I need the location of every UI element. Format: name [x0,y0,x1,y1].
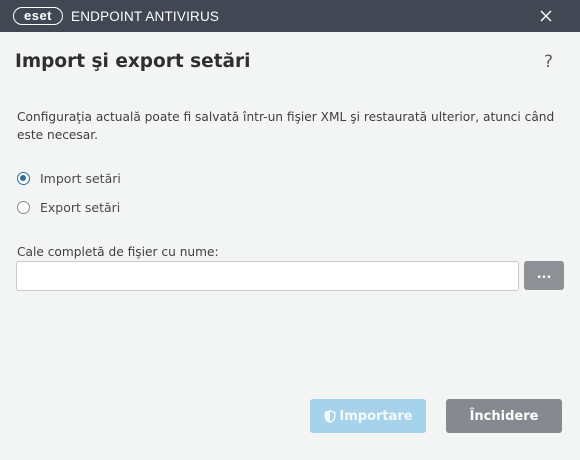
import-button[interactable]: Importare [310,399,426,433]
close-icon[interactable] [537,7,555,25]
eset-logo: eset [13,7,63,25]
shield-icon [324,409,336,423]
file-path-input[interactable] [16,261,519,291]
title-bar: eset ENDPOINT ANTIVIRUS [0,0,580,32]
import-radio-label: Import setări [40,171,121,186]
import-settings-option[interactable]: Import setări [17,171,121,186]
browse-button[interactable]: ... [524,261,564,290]
export-radio[interactable] [17,201,30,214]
close-button[interactable]: Închidere [446,399,562,433]
page-title: Import şi export setări [15,51,251,72]
export-radio-label: Export setări [40,200,121,215]
description-text: Configuraţia actuală poate fi salvată în… [17,110,555,142]
import-button-label: Importare [339,408,413,424]
close-button-label: Închidere [469,408,539,424]
import-radio[interactable] [17,172,30,185]
path-label: Cale completă de fişier cu nume: [17,245,219,259]
export-settings-option[interactable]: Export setări [17,200,120,215]
help-icon[interactable]: ? [544,52,553,72]
product-name: ENDPOINT ANTIVIRUS [71,9,220,24]
